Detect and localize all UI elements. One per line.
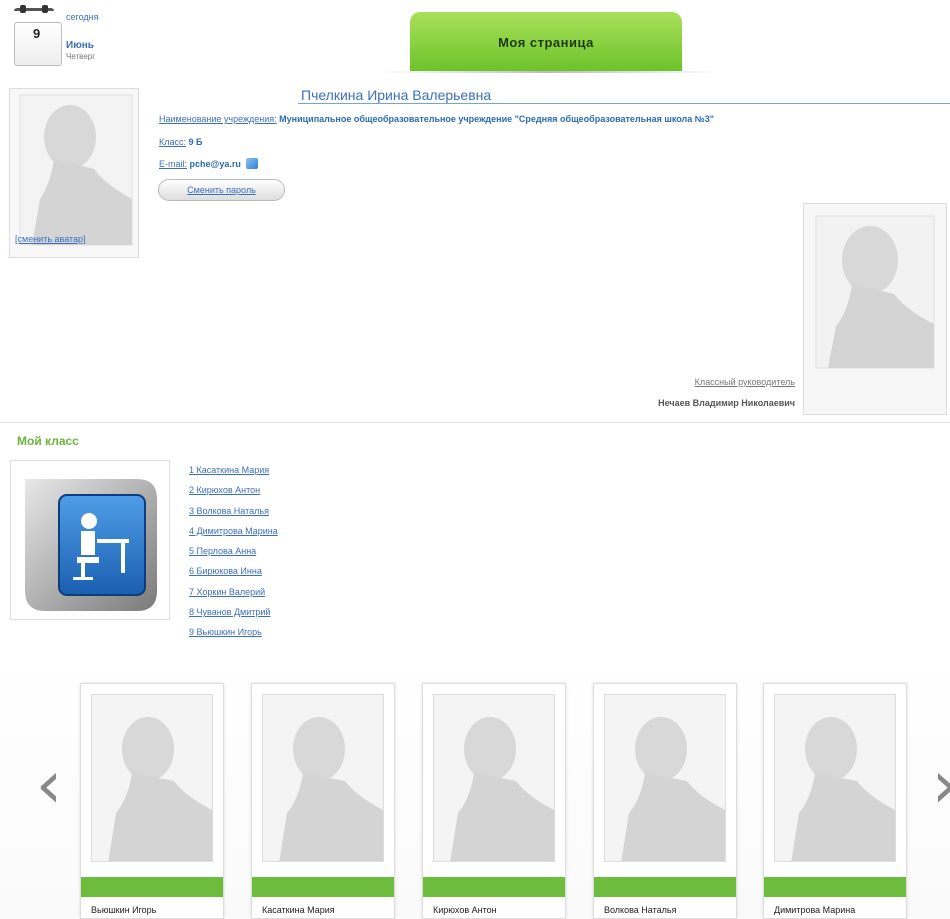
list-item: 7 Хоркин Валерий [189, 582, 278, 602]
card-bar [423, 877, 565, 897]
list-item: 1 Касаткина Мария [189, 460, 278, 480]
student-silhouette-icon [279, 717, 383, 861]
class-label: Класс: [159, 137, 186, 147]
student-card[interactable]: Димитрова Марина [763, 683, 907, 919]
page-title: Пчелкина Ирина Валерьевна [301, 87, 492, 103]
list-item: 5 Перлова Анна [189, 541, 278, 561]
list-item: 3 Волкова Наталья [189, 501, 278, 521]
student-link[interactable]: 3 Волкова Наталья [189, 506, 269, 516]
calendar-rings-icon [14, 5, 54, 16]
student-list: 1 Касаткина Мария 2 Кирюхов Антон 3 Волк… [189, 460, 278, 643]
student-link[interactable]: 1 Касаткина Мария [189, 465, 269, 475]
student-card[interactable]: Волкова Наталья [593, 683, 737, 919]
institution-label: Наименование учреждения: [159, 114, 277, 124]
student-link[interactable]: 8 Чуванов Дмитрий [189, 607, 270, 617]
calendar-weekday: Четверг [66, 52, 96, 61]
calendar-month: Июнь [66, 40, 94, 51]
chevron-right-icon[interactable]: › [928, 752, 950, 818]
student-photo [91, 694, 213, 862]
student-silhouette-icon [791, 717, 895, 861]
student-link[interactable]: 9 Вьюшкин Игорь [189, 627, 262, 637]
change-password-button[interactable]: Сменить пароль [158, 179, 285, 201]
email-edit-icon[interactable] [246, 158, 259, 169]
student-link[interactable]: 6 Бирюкова Инна [189, 566, 262, 576]
class-section-title: Мой класс [17, 434, 79, 448]
avatar [9, 88, 139, 258]
calendar-day: 9 [33, 26, 41, 41]
student-card[interactable]: Касаткина Мария [251, 683, 395, 919]
institution-row: Наименование учреждения: Муниципальное о… [159, 114, 714, 124]
class-value: 9 Б [188, 137, 203, 147]
change-avatar-link[interactable]: [сменить аватар] [15, 234, 86, 244]
list-item: 6 Бирюкова Инна [189, 561, 278, 581]
student-card-name: Кирюхов Антон [433, 905, 497, 915]
teacher-name: Нечаев Владимир Николаевич [658, 398, 795, 408]
tab-my-page[interactable]: Моя страница [410, 12, 682, 72]
student-card-name: Касаткина Мария [262, 905, 335, 915]
student-card-name: Вьюшкин Игорь [91, 905, 157, 915]
class-image [10, 460, 170, 620]
student-link[interactable]: 4 Димитрова Марина [189, 526, 278, 536]
student-photo [774, 694, 896, 862]
student-card[interactable]: Вьюшкин Игорь [80, 683, 224, 919]
student-silhouette-icon [108, 717, 212, 861]
student-link[interactable]: 7 Хоркин Валерий [189, 587, 265, 597]
calendar-widget: сегодня 9 Июнь Четверг [12, 5, 122, 66]
card-bar [764, 877, 906, 897]
teacher-label[interactable]: Классный руководитель [695, 377, 795, 387]
chevron-left-icon[interactable]: ‹ [32, 752, 66, 818]
card-bar [594, 877, 736, 897]
student-silhouette-icon [621, 717, 725, 861]
student-photo [262, 694, 384, 862]
email-label: E-mail: [159, 159, 188, 169]
tab-underline [380, 71, 720, 73]
section-divider [0, 422, 950, 423]
avatar-silhouette-icon [19, 94, 133, 246]
title-underline [298, 103, 950, 104]
card-bar [252, 877, 394, 897]
student-link[interactable]: 2 Кирюхов Антон [189, 485, 260, 495]
card-bar [81, 877, 223, 897]
computer-class-icon [25, 479, 157, 611]
student-photo [433, 694, 555, 862]
student-card[interactable]: Кирюхов Антон [422, 683, 566, 919]
student-silhouette-icon [450, 717, 554, 861]
list-item: 9 Вьюшкин Игорь [189, 622, 278, 642]
calendar-day-box: 9 [14, 22, 62, 66]
calendar-today-label: сегодня [66, 12, 99, 22]
student-card-name: Волкова Наталья [604, 905, 677, 915]
student-link[interactable]: 5 Перлова Анна [189, 546, 256, 556]
email-value: pche@ya.ru [189, 159, 241, 169]
teacher-silhouette-icon [815, 215, 935, 369]
student-photo [604, 694, 726, 862]
student-card-name: Димитрова Марина [774, 905, 856, 915]
list-item: 2 Кирюхов Антон [189, 480, 278, 500]
list-item: 8 Чуванов Дмитрий [189, 602, 278, 622]
email-row: E-mail: pche@ya.ru [159, 158, 259, 169]
list-item: 4 Димитрова Марина [189, 521, 278, 541]
teacher-avatar [803, 203, 947, 415]
class-row: Класс: 9 Б [159, 137, 203, 147]
institution-value: Муниципальное общеобразовательное учрежд… [279, 114, 715, 124]
